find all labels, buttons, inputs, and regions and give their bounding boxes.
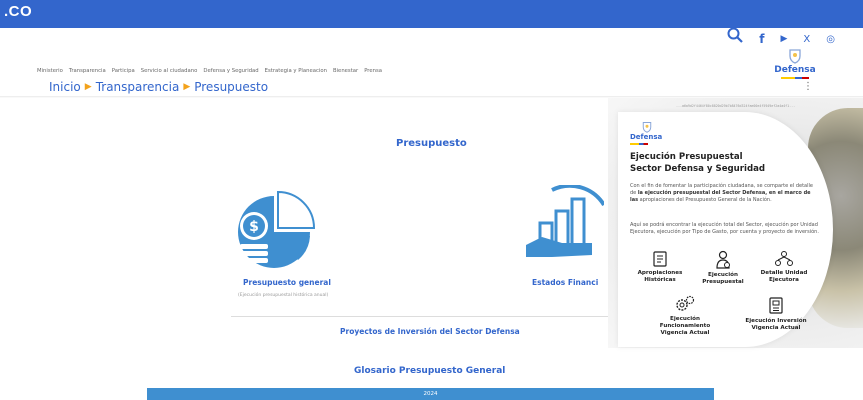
nav-item-participa[interactable]: Participa: [112, 68, 135, 74]
nav-item-estrategia[interactable]: Estrategia y Planeacion: [265, 68, 327, 74]
panel-logo: Defensa: [630, 121, 670, 145]
flag-stripe: [630, 143, 648, 145]
glossary-title: Glosario Presupuesto General: [354, 366, 506, 376]
panel-para1-c: apropiaciones del Presupuesto General de…: [638, 197, 772, 203]
panel-hash-text: ...a6a9d2f4464f80c8820d29b7b8476d324fae0…: [676, 104, 796, 108]
gov-brand-text[interactable]: .CO: [4, 3, 32, 20]
nav-item-servicio[interactable]: Servicio al ciudadano: [141, 68, 198, 74]
section-divider: [231, 316, 631, 317]
item-label: Presupuestal: [702, 279, 744, 285]
ejecucion-inversion-link[interactable]: Ejecución Inversión Vigencia Actual: [736, 296, 816, 332]
panel-paragraph-1: Con el fin de fomentar la participación …: [630, 183, 820, 204]
network-icon: [775, 251, 793, 266]
item-label: Apropiaciones: [637, 270, 683, 276]
panel-title-line1: Ejecución Presupuestal: [630, 152, 743, 162]
detalle-unidad-ejecutora-link[interactable]: Detalle Unidad Ejecutora: [752, 250, 816, 284]
proyectos-inversion-link[interactable]: Proyectos de Inversión del Sector Defens…: [340, 327, 520, 336]
youtube-icon[interactable]: ▶: [780, 34, 787, 44]
page-title: Presupuesto: [396, 138, 467, 149]
estados-financieros-link[interactable]: Estados Financi: [532, 278, 598, 287]
item-label: Detalle Unidad: [760, 270, 808, 276]
flag-stripe: [781, 77, 809, 79]
shield-icon: [789, 49, 801, 64]
ejecucion-presupuestal-link[interactable]: Ejecución Presupuestal: [696, 250, 750, 286]
instagram-icon[interactable]: ◎: [826, 34, 835, 45]
nav-item-bienestar[interactable]: Bienestar: [333, 68, 358, 74]
nav-item-defensa[interactable]: Defensa y Seguridad: [203, 68, 258, 74]
report-icon: [769, 297, 783, 314]
item-label: Ejecutora: [769, 277, 799, 283]
search-icon[interactable]: [727, 27, 744, 48]
panel-logo-text: Defensa: [630, 133, 663, 141]
year-tab[interactable]: 2024: [147, 388, 714, 400]
nav-item-transparencia[interactable]: Transparencia: [69, 68, 106, 74]
item-label: Ejecución: [708, 272, 738, 278]
main-nav: Ministerio Transparencia Participa Servi…: [37, 68, 382, 74]
gears-icon: [676, 295, 695, 311]
presupuesto-general-subtitle: (Ejecución presupuestal histórica anual): [238, 293, 329, 298]
panel-title-line2: Sector Defensa y Seguridad: [630, 163, 766, 174]
financial-statements-icon[interactable]: [522, 185, 604, 270]
item-label: Ejecución Inversión: [745, 318, 807, 324]
item-label: Históricas: [644, 277, 676, 283]
breadcrumb-presupuesto: Presupuesto: [194, 80, 269, 94]
nav-item-ministerio[interactable]: Ministerio: [37, 68, 63, 74]
svg-text:$: $: [249, 219, 259, 235]
breadcrumb-arrow-icon: ▶: [183, 82, 191, 92]
breadcrumb-arrow-icon: ▶: [84, 82, 92, 92]
panel-title: Ejecución Presupuestal Sector Defensa y …: [630, 152, 820, 175]
item-label: Vigencia Actual: [660, 330, 710, 336]
ejecucion-funcionamiento-link[interactable]: Ejecución Funcionamiento Vigencia Actual: [650, 294, 720, 340]
defensa-logo[interactable]: Defensa: [765, 48, 825, 79]
breadcrumb-inicio[interactable]: Inicio: [49, 80, 81, 94]
header-icons: f ▶ X ◎: [727, 27, 835, 48]
logo-text: Defensa: [774, 65, 816, 75]
person-money-icon: [716, 250, 730, 269]
menu-icon[interactable]: ⋮: [803, 81, 813, 92]
presupuesto-general-link[interactable]: Presupuesto general: [243, 278, 331, 287]
panel-paragraph-2: Aquí se podrá encontrar la ejecución tot…: [630, 222, 819, 235]
breadcrumb: Inicio ▶ Transparencia ▶ Presupuesto: [49, 80, 268, 94]
item-label: Ejecución: [670, 316, 700, 322]
document-icon: [653, 251, 667, 267]
breadcrumb-transparencia[interactable]: Transparencia: [96, 80, 180, 94]
item-label: Vigencia Actual: [751, 325, 801, 331]
x-icon[interactable]: X: [803, 34, 810, 45]
nav-item-prensa[interactable]: Prensa: [364, 68, 382, 74]
shield-icon: [642, 122, 652, 133]
top-bar: .CO: [0, 0, 863, 28]
apropiaciones-historicas-link[interactable]: Apropiaciones Históricas: [628, 250, 692, 284]
facebook-icon[interactable]: f: [759, 32, 764, 46]
item-label: Funcionamiento: [659, 323, 711, 329]
budget-money-icon[interactable]: $: [228, 190, 316, 270]
